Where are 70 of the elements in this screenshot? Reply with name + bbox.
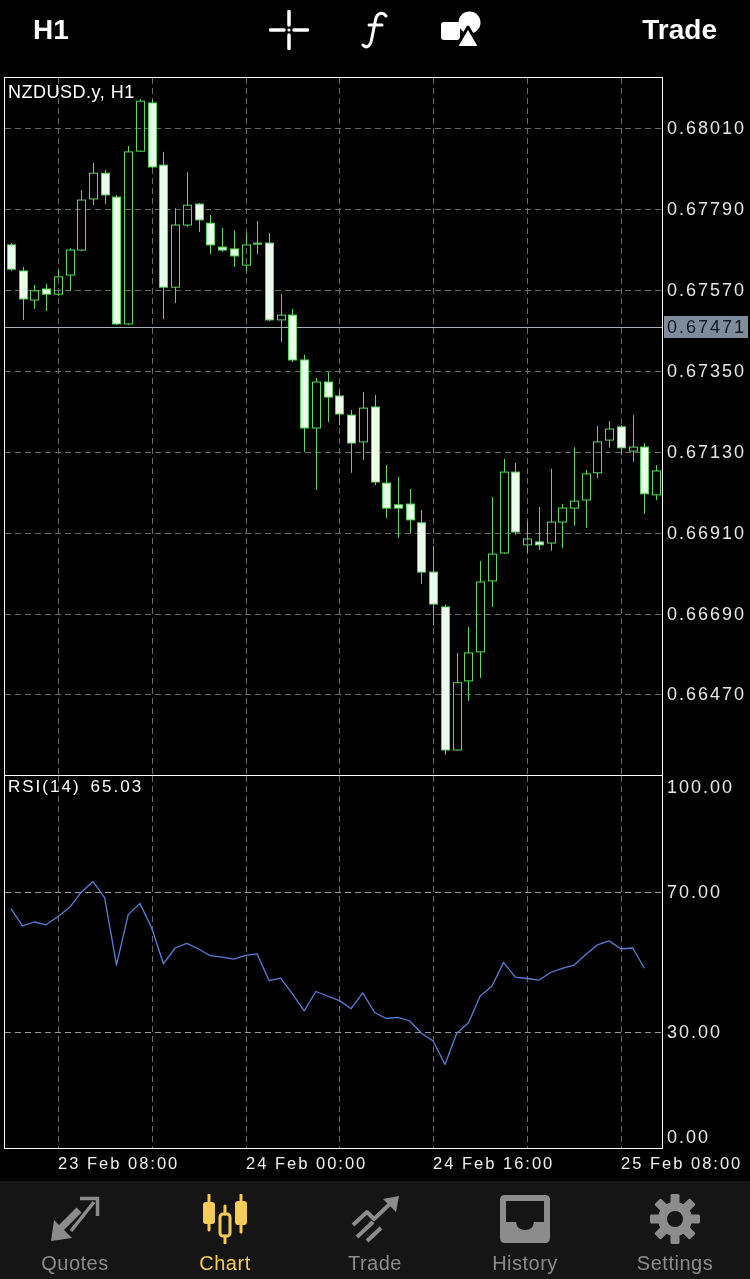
- candlestick: [535, 506, 544, 551]
- candlestick: [605, 420, 614, 449]
- candlestick: [359, 391, 368, 461]
- time-label: 23 Feb 08:00: [58, 1153, 180, 1174]
- candlestick: [89, 162, 98, 206]
- crosshair-icon[interactable]: [269, 10, 309, 50]
- candlestick: [335, 389, 344, 426]
- price-label: 0.66470: [667, 683, 747, 706]
- time-label: 25 Feb 08:00: [621, 1153, 743, 1174]
- candlestick: [136, 98, 145, 153]
- candlestick: [324, 371, 333, 423]
- function-icon[interactable]: [361, 11, 389, 49]
- candlestick: [195, 202, 204, 233]
- price-label: 0.66690: [667, 602, 747, 625]
- nav-tab[interactable]: Chart: [150, 1181, 300, 1279]
- candlestick: [558, 503, 567, 549]
- arrows-icon: [49, 1195, 101, 1243]
- time-label: 24 Feb 16:00: [433, 1153, 555, 1174]
- candlestick: [617, 424, 626, 456]
- shapes-icon[interactable]: [441, 11, 481, 49]
- candlestick: [382, 464, 391, 519]
- candlestick: [77, 189, 86, 252]
- candlestick: [42, 283, 51, 312]
- candlestick: [19, 266, 28, 321]
- candlestick: [7, 242, 16, 272]
- axis-label: 70.00: [667, 880, 723, 903]
- nav-tab[interactable]: Settings: [600, 1181, 750, 1279]
- candlestick: [54, 269, 63, 297]
- price-label: 0.66910: [667, 521, 747, 544]
- price-label: 0.67350: [667, 360, 747, 382]
- axis-label: 0.00: [667, 1126, 711, 1149]
- candlestick: [183, 171, 192, 228]
- timeframe-button[interactable]: H1: [33, 12, 69, 48]
- candlestick: [523, 520, 532, 554]
- candlestick: [593, 425, 602, 479]
- price-label: 0.68010: [667, 117, 747, 140]
- candlestick: [406, 488, 415, 534]
- candlestick: [253, 220, 262, 255]
- candlestick: [277, 293, 286, 343]
- candlestick: [148, 99, 157, 169]
- candlestick: [218, 227, 227, 253]
- price-label: 0.67790: [667, 198, 747, 221]
- nav-tab[interactable]: History: [450, 1181, 600, 1279]
- current-price-label: 0.67471: [664, 315, 749, 338]
- candlestick: [30, 284, 39, 310]
- price-label: 0.67130: [667, 440, 747, 463]
- time-label: 24 Feb 00:00: [246, 1153, 368, 1174]
- indicator-value: 65.03: [90, 776, 144, 798]
- axis-label: 100.00: [667, 775, 735, 798]
- chart-title: NZDUSD.y, H1: [8, 81, 135, 103]
- candlestick: [347, 409, 356, 474]
- price-label: 0.67570: [667, 279, 747, 302]
- inbox-icon: [500, 1195, 550, 1243]
- nav-tab[interactable]: Quotes: [0, 1181, 150, 1279]
- indicator-name: RSI(14): [8, 776, 81, 798]
- candlestick: [66, 247, 75, 292]
- candlestick: [288, 308, 297, 363]
- candlestick: [230, 229, 239, 268]
- candlestick: [101, 169, 110, 205]
- candlestick: [629, 414, 638, 463]
- nav-tab[interactable]: Trade: [300, 1181, 450, 1279]
- candlestick: [582, 469, 591, 529]
- trend-arrow-icon: [349, 1195, 401, 1243]
- trade-button[interactable]: Trade: [642, 12, 717, 48]
- candlestick: [394, 476, 403, 539]
- candlestick: [206, 214, 215, 255]
- candlestick: [242, 232, 251, 272]
- candlestick: [652, 464, 661, 501]
- axis-label: 30.00: [667, 1021, 723, 1044]
- settings-icon: [650, 1194, 700, 1244]
